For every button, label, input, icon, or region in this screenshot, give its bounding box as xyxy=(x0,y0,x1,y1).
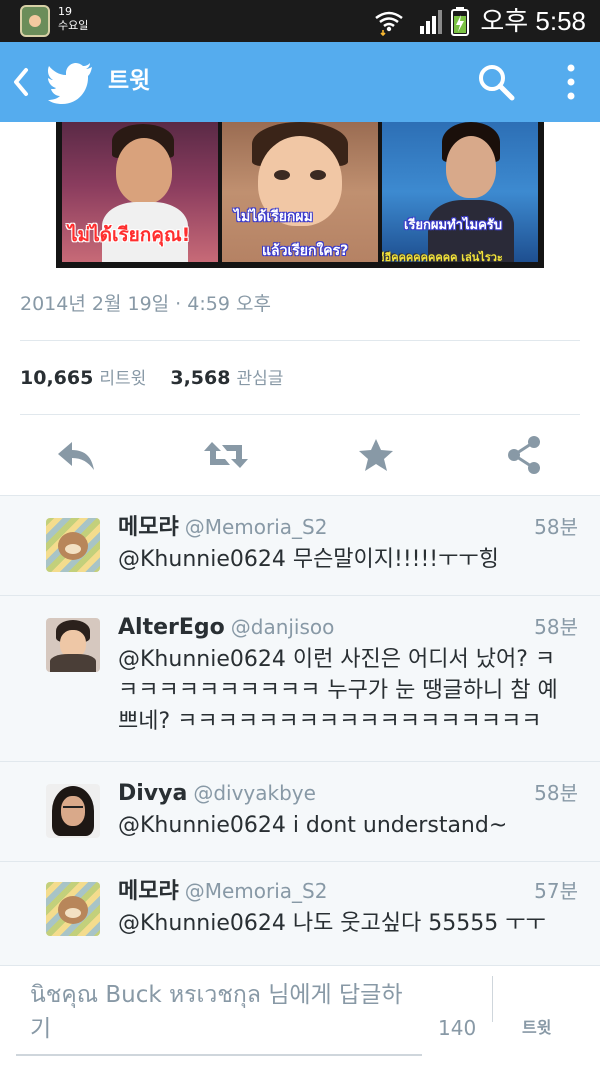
overflow-menu-icon[interactable] xyxy=(556,60,586,104)
reply-author-handle: @divyakbye xyxy=(193,781,316,805)
reply-input[interactable]: นิชคุณ Buck หรเวชกุล 님에게 답글하기 xyxy=(16,978,422,1056)
divider xyxy=(20,340,580,341)
panel1-caption: ไม่ได้เรียกคุณ! xyxy=(68,224,191,246)
avatar[interactable] xyxy=(46,784,100,838)
reply-item[interactable]: Divya @divyakbye 58분 @Khunnie0624 i dont … xyxy=(0,762,600,862)
signal-icon xyxy=(420,10,442,34)
avatar[interactable] xyxy=(46,618,100,672)
tweet-date: 2014년 2월 19일 · 4:59 오후 xyxy=(20,293,271,315)
status-time: 오후 5:58 xyxy=(480,6,586,36)
status-bar: 19 수요일 오후 5:58 xyxy=(0,0,600,42)
favorite-label[interactable]: 관심글 xyxy=(237,369,284,389)
panel3-caption-line2: อีอีคคคคคคคคค เล่นไรวะ xyxy=(382,251,503,262)
status-icons xyxy=(375,7,469,36)
reply-time: 58분 xyxy=(534,515,578,539)
reply-time: 58분 xyxy=(534,781,578,805)
reply-item[interactable]: AlterEgo @danjisoo 58분 @Khunnie0624 이런 사진… xyxy=(0,596,600,762)
wifi-icon xyxy=(375,11,403,36)
status-weekday: 수요일 xyxy=(58,19,89,32)
tweet-button[interactable]: 트윗 xyxy=(522,1014,551,1042)
reply-item[interactable]: 메모랴 @Memoria_S2 57분 @Khunnie0624 나도 웃고싶다 … xyxy=(0,862,600,966)
divider xyxy=(492,976,493,1022)
reply-compose-bar: นิชคุณ Buck หรเวชกุล 님에게 답글하기 140 트윗 xyxy=(0,965,600,1066)
reply-time: 57분 xyxy=(534,879,578,903)
avatar[interactable] xyxy=(46,518,100,572)
reply-icon[interactable] xyxy=(54,434,98,476)
notification-app-icon xyxy=(20,5,50,37)
panel2-caption-line2: แล้วเรียกใคร? xyxy=(262,243,349,259)
twitter-bird-icon xyxy=(48,63,92,104)
image-panel-3: เรียกผมทำไมครับ อีอีคคคคคคคคค เล่นไรวะ xyxy=(382,122,538,262)
reply-text: @Khunnie0624 이런 사진은 어디서 났어? ㅋㅋㅋㅋㅋㅋㅋㅋㅋㅋㅋ … xyxy=(118,647,558,734)
back-icon[interactable] xyxy=(6,64,36,100)
app-bar: 트윗 xyxy=(0,42,600,122)
reply-item[interactable]: 메모랴 @Memoria_S2 58분 @Khunnie0624 무슨말이지!!!… xyxy=(0,496,600,596)
reply-text: @Khunnie0624 i dont understand~ xyxy=(118,813,508,838)
reply-time: 58분 xyxy=(534,615,578,639)
panel2-caption-line1: ไม่ได้เรียกผม xyxy=(234,209,313,225)
reply-author-handle: @danjisoo xyxy=(230,615,335,639)
favorite-star-icon[interactable] xyxy=(356,434,396,476)
reply-author-name: AlterEgo xyxy=(118,615,225,640)
panel3-caption-line1: เรียกผมทำไมครับ xyxy=(404,218,503,233)
reply-author-name: 메모랴 xyxy=(118,879,179,904)
reply-author-name: 메모랴 xyxy=(118,515,179,540)
reply-author-handle: @Memoria_S2 xyxy=(184,879,328,903)
divider xyxy=(20,414,580,415)
battery-charging-icon xyxy=(451,7,469,36)
image-panel-1: ไม่ได้เรียกคุณ! xyxy=(62,122,218,262)
retweet-label[interactable]: 리트윗 xyxy=(99,369,146,389)
retweet-icon[interactable] xyxy=(202,434,250,476)
reply-author[interactable]: AlterEgo @danjisoo xyxy=(118,612,334,643)
reply-text: @Khunnie0624 무슨말이지!!!!!ㅜㅜ힝 xyxy=(118,547,499,572)
replies-list: 메모랴 @Memoria_S2 58분 @Khunnie0624 무슨말이지!!!… xyxy=(0,495,600,965)
reply-author[interactable]: 메모랴 @Memoria_S2 xyxy=(118,512,327,543)
avatar[interactable] xyxy=(46,882,100,936)
reply-author[interactable]: Divya @divyakbye xyxy=(118,778,316,809)
search-icon[interactable] xyxy=(474,60,518,104)
char-count: 140 xyxy=(438,1016,477,1040)
tweet-stats: 10,665 리트윗 3,568 관심글 xyxy=(20,364,301,393)
reply-author-name: Divya xyxy=(118,781,188,806)
image-panel-2: ไม่ได้เรียกผม แล้วเรียกใคร? xyxy=(222,122,378,262)
tweet-image[interactable]: ไม่ได้เรียกคุณ! ไม่ได้เรียกผม แล้วเรียกใ… xyxy=(56,122,544,268)
reply-author-handle: @Memoria_S2 xyxy=(184,515,328,539)
favorite-count[interactable]: 3,568 xyxy=(170,367,230,389)
status-date: 19 수요일 xyxy=(58,5,88,33)
reply-author[interactable]: 메모랴 @Memoria_S2 xyxy=(118,876,327,907)
share-icon[interactable] xyxy=(506,434,544,476)
retweet-count[interactable]: 10,665 xyxy=(20,367,93,389)
status-day-number: 19 xyxy=(58,5,72,18)
page-title: 트윗 xyxy=(108,68,151,94)
reply-text: @Khunnie0624 나도 웃고싶다 55555 ㅜㅜ xyxy=(118,911,546,936)
